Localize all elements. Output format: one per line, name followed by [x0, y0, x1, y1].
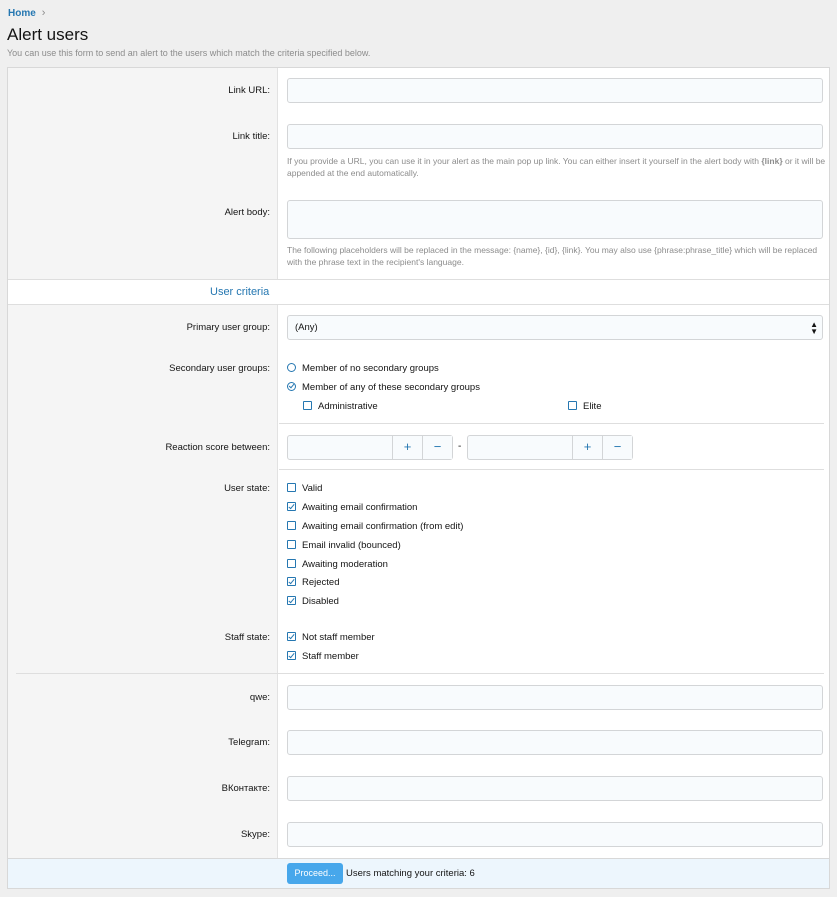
radio-any-secondary[interactable]: Member of any of these secondary groups [287, 382, 480, 393]
label-column [8, 305, 278, 858]
link-hint: If you provide a URL, you can use it in … [287, 155, 827, 179]
checkbox-icon [287, 559, 296, 568]
checkbox-checked-icon [287, 651, 296, 660]
checkbox-icon [568, 401, 577, 410]
checkbox-label: Not staff member [302, 632, 375, 643]
custom-field-telegram-input[interactable] [287, 730, 823, 755]
checkbox-checked-icon [287, 502, 296, 511]
custom-field-vk-label: ВКонтакте: [221, 783, 270, 794]
checkbox-label: Disabled [302, 596, 339, 607]
breadcrumb-home-link[interactable]: Home [8, 8, 36, 19]
radio-label: Member of any of these secondary groups [302, 382, 480, 393]
custom-field-skype-label: Skype: [240, 829, 270, 840]
range-separator: - [458, 441, 462, 452]
breadcrumb: Home › [8, 7, 45, 19]
link-title-label: Link title: [232, 131, 271, 142]
radio-label: Member of no secondary groups [302, 363, 439, 374]
form-footer: Proceed... Users matching your criteria:… [8, 858, 829, 888]
staff-state-label: Staff state: [224, 632, 270, 643]
alert-body-hint: The following placeholders will be repla… [287, 245, 818, 267]
label-column [8, 68, 278, 279]
primary-group-label: Primary user group: [186, 322, 270, 333]
checkbox-checked-icon [287, 596, 296, 605]
checkbox-label: Rejected [302, 577, 340, 588]
checkbox-label: Awaiting moderation [302, 559, 388, 570]
checkbox-user-state-awaiting-email-edit[interactable]: Awaiting email confirmation (from edit) [287, 521, 463, 532]
radio-no-secondary[interactable]: Member of no secondary groups [287, 363, 439, 374]
checkbox-label: Awaiting email confirmation [302, 502, 418, 513]
reaction-max-stepper[interactable]: + − [467, 435, 633, 460]
alert-form: User criteria Link URL: Link title: If y… [7, 67, 830, 889]
section-title-user-criteria: User criteria [210, 286, 270, 298]
checkbox-staff[interactable]: Staff member [287, 651, 359, 662]
users-matching-count: Users matching your criteria: 6 [346, 868, 475, 879]
custom-field-skype-input[interactable] [287, 822, 823, 847]
checkbox-user-state-rejected[interactable]: Rejected [287, 577, 340, 588]
divider [16, 673, 824, 674]
checkbox-label: Staff member [302, 651, 359, 662]
checkbox-icon [287, 483, 296, 492]
checkbox-label: Elite [583, 401, 602, 412]
primary-group-select[interactable]: (Any) ▲ ▼ [287, 315, 823, 340]
reaction-min-input[interactable] [288, 436, 392, 459]
link-url-input[interactable] [287, 78, 823, 103]
page-description: You can use this form to send an alert t… [7, 48, 371, 58]
checkbox-label: Valid [302, 483, 323, 494]
custom-field-vk-input[interactable] [287, 776, 823, 801]
reaction-score-label: Reaction score between: [165, 442, 270, 453]
minus-icon[interactable]: − [602, 436, 632, 459]
chevron-right-icon: › [41, 7, 46, 19]
page-title: Alert users [7, 25, 89, 44]
plus-icon[interactable]: + [572, 436, 602, 459]
checkbox-user-state-disabled[interactable]: Disabled [287, 596, 339, 607]
link-hint-text: If you provide a URL, you can use it in … [287, 156, 762, 166]
alert-body-textarea[interactable] [287, 200, 823, 239]
checkbox-label: Awaiting email confirmation (from edit) [302, 521, 464, 532]
checkbox-label: Administrative [318, 401, 378, 412]
link-url-label: Link URL: [228, 85, 270, 96]
custom-field-telegram-label: Telegram: [228, 737, 270, 748]
custom-field-qwe-label: qwe: [249, 692, 270, 703]
select-arrows-icon: ▲ ▼ [810, 320, 818, 336]
checkbox-checked-icon [287, 577, 296, 586]
checkbox-administrative[interactable]: Administrative [303, 401, 378, 412]
checkbox-elite[interactable]: Elite [568, 401, 601, 412]
minus-icon[interactable]: − [422, 436, 452, 459]
user-state-label: User state: [224, 483, 270, 494]
divider [279, 469, 824, 470]
primary-group-value: (Any) [295, 322, 318, 333]
checkbox-user-state-valid[interactable]: Valid [287, 483, 322, 494]
checkbox-not-staff[interactable]: Not staff member [287, 632, 375, 643]
checkbox-user-state-email-invalid[interactable]: Email invalid (bounced) [287, 540, 401, 551]
alert-body-label: Alert body: [224, 207, 270, 218]
proceed-button[interactable]: Proceed... [287, 863, 343, 884]
checkbox-icon [287, 521, 296, 530]
checkbox-label: Email invalid (bounced) [302, 540, 401, 551]
checkbox-user-state-moderation[interactable]: Awaiting moderation [287, 559, 388, 570]
reaction-min-stepper[interactable]: + − [287, 435, 453, 460]
radio-icon [287, 363, 296, 372]
link-title-input[interactable] [287, 124, 823, 149]
radio-checked-icon [287, 382, 296, 391]
link-hint-token: {link} [761, 156, 783, 166]
secondary-groups-label: Secondary user groups: [169, 363, 270, 374]
custom-field-qwe-input[interactable] [287, 685, 823, 710]
checkbox-icon [287, 540, 296, 549]
reaction-max-input[interactable] [468, 436, 572, 459]
checkbox-checked-icon [287, 632, 296, 641]
divider [8, 279, 829, 280]
divider [279, 423, 824, 424]
checkbox-user-state-awaiting-email[interactable]: Awaiting email confirmation [287, 502, 417, 513]
plus-icon[interactable]: + [392, 436, 422, 459]
checkbox-icon [303, 401, 312, 410]
